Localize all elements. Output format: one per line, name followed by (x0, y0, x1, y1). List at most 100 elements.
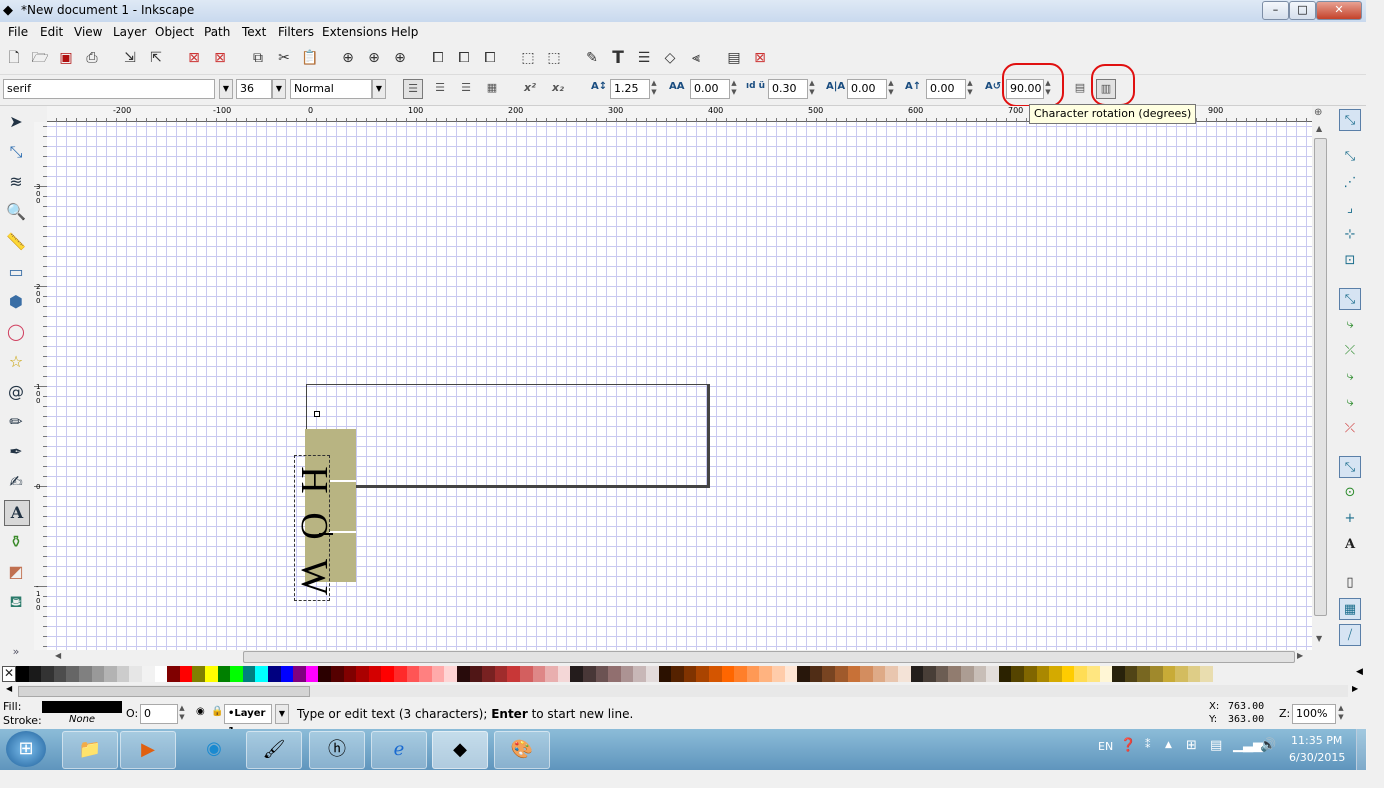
color-swatch[interactable] (1074, 666, 1088, 682)
color-swatch[interactable] (154, 666, 168, 682)
horizontal-kerning-input[interactable]: 0.00 (847, 79, 887, 99)
snap-text-baseline-icon[interactable]: A (1339, 534, 1361, 556)
color-swatch[interactable] (242, 666, 256, 682)
color-swatch[interactable] (1036, 666, 1050, 682)
color-swatch[interactable] (343, 666, 357, 682)
color-swatch[interactable] (822, 666, 836, 682)
maximize-button[interactable]: □ (1289, 1, 1316, 20)
color-swatch[interactable] (898, 666, 911, 682)
snap-guide-icon[interactable]: ⧸ (1339, 624, 1361, 646)
align-right-button[interactable]: ☰ (456, 79, 476, 99)
3d-box-tool-icon[interactable]: ⬢ (4, 290, 28, 314)
zoom-selection-icon[interactable]: ⊕ (338, 48, 358, 68)
letter-spacing-input[interactable]: 0.00 (690, 79, 730, 99)
horizontal-kerning-spinner[interactable]: ▲ ▼ (887, 79, 895, 99)
color-swatch[interactable] (948, 666, 962, 682)
menu-text[interactable]: Text (242, 25, 266, 39)
letter-spacing-spinner[interactable]: ▲ ▼ (730, 79, 738, 99)
color-swatch[interactable] (494, 666, 508, 682)
color-swatch[interactable] (671, 666, 685, 682)
clone-icon[interactable]: ⧠ (454, 48, 474, 68)
color-swatch[interactable] (293, 666, 307, 682)
star-tool-icon[interactable]: ☆ (4, 350, 28, 374)
language-indicator[interactable]: EN (1098, 740, 1113, 753)
line-spacing-spinner[interactable]: ▲ ▼ (650, 79, 658, 99)
zoom-spinner[interactable]: ▲ ▼ (1337, 704, 1345, 724)
zoom-drawing-icon[interactable]: ⊕ (364, 48, 384, 68)
color-swatch[interactable] (116, 666, 130, 682)
scroll-down-icon[interactable]: ▼ (1316, 634, 1322, 643)
snap-grid-icon[interactable]: ▦ (1339, 598, 1361, 620)
color-swatch[interactable] (545, 666, 559, 682)
palette-scrollbar[interactable]: ◀ ▶ (6, 684, 1358, 697)
scroll-up-icon[interactable]: ▲ (1316, 124, 1322, 133)
subscript-button[interactable]: x₂ (548, 79, 568, 99)
color-swatch[interactable] (772, 666, 785, 682)
color-swatch[interactable] (709, 666, 722, 682)
align-center-button[interactable]: ☰ (430, 79, 450, 99)
vertical-shift-spinner[interactable]: ▲ ▼ (966, 79, 974, 99)
canvas-letter-o[interactable]: O (290, 506, 338, 546)
export-icon[interactable]: ⇱ (146, 48, 166, 68)
zoom-corner-icon[interactable]: ⊕ (1314, 107, 1322, 118)
color-swatch[interactable] (998, 666, 1012, 682)
color-swatch[interactable] (268, 666, 281, 682)
vertical-scroll-thumb[interactable] (1314, 138, 1327, 616)
color-swatch[interactable] (1187, 666, 1201, 682)
color-swatch[interactable] (1200, 666, 1214, 682)
open-icon[interactable]: 🗁 (30, 48, 50, 68)
snap-page-border-icon[interactable]: ▯ (1339, 572, 1361, 594)
color-swatch[interactable] (507, 666, 521, 682)
scroll-left-icon[interactable]: ◀ (55, 651, 61, 660)
color-swatch[interactable] (557, 666, 571, 682)
drawing-canvas[interactable]: H O W (47, 122, 1312, 650)
lock-icon[interactable]: 🔒 (211, 706, 223, 717)
color-swatch[interactable] (1024, 666, 1037, 682)
color-swatch[interactable] (910, 666, 924, 682)
color-swatch[interactable] (860, 666, 874, 682)
vertical-shift-input[interactable]: 0.00 (926, 79, 966, 99)
snap-object-centers-icon[interactable]: ⊙ (1339, 482, 1361, 504)
color-swatch[interactable] (696, 666, 710, 682)
color-swatch[interactable] (961, 666, 974, 682)
color-swatch[interactable] (646, 666, 659, 682)
color-swatch[interactable] (406, 666, 420, 682)
hp-taskbar-icon[interactable]: ⓗ (309, 731, 365, 769)
color-swatch[interactable] (1049, 666, 1063, 682)
tweak-tool-icon[interactable]: ≋ (4, 170, 28, 194)
color-swatch[interactable] (986, 666, 1000, 682)
color-swatch[interactable] (305, 666, 319, 682)
word-spacing-spinner[interactable]: ▲ ▼ (808, 79, 816, 99)
show-desktop-button[interactable] (1356, 729, 1367, 770)
menu-object[interactable]: Object (155, 25, 194, 39)
paint-palette-taskbar-icon[interactable]: 🎨 (494, 731, 550, 769)
font-style-dropdown[interactable]: ▼ (372, 79, 386, 99)
selector-tool-icon[interactable]: ➤ (4, 110, 28, 134)
menu-extensions[interactable]: Extensions (322, 25, 387, 39)
snap-smooth-nodes-icon[interactable]: ⤷ (1339, 392, 1361, 414)
font-style-input[interactable]: Normal (290, 79, 372, 99)
no-paint-swatch[interactable]: ✕ (2, 666, 16, 682)
snap-paths-icon[interactable]: ⤷ (1339, 314, 1361, 336)
snap-bbox-center-icon[interactable]: ⊡ (1339, 250, 1361, 272)
snap-nodes-icon[interactable]: ⤡ (1339, 288, 1361, 310)
color-swatch[interactable] (419, 666, 433, 682)
stroke-indicator[interactable]: None (69, 714, 95, 725)
color-swatch[interactable] (885, 666, 899, 682)
color-swatch[interactable] (570, 666, 584, 682)
redo-icon[interactable]: ⊠ (210, 48, 230, 68)
snap-line-midpoints-icon[interactable]: ⤫ (1339, 418, 1361, 440)
fill-indicator[interactable] (42, 701, 122, 713)
globe-taskbar-icon[interactable]: ◉ (187, 731, 241, 767)
color-swatch[interactable] (520, 666, 533, 682)
cut-icon[interactable]: ✂ (274, 48, 294, 68)
color-swatch[interactable] (1087, 666, 1100, 682)
start-button[interactable]: ⊞ (6, 731, 46, 767)
canvas-letter-h[interactable]: H (290, 460, 338, 500)
line-spacing-input[interactable]: 1.25 (610, 79, 650, 99)
color-swatch[interactable] (633, 666, 647, 682)
paint-bucket-tool-icon[interactable]: ⛾ (4, 590, 28, 614)
menu-path[interactable]: Path (204, 25, 230, 39)
pen-tool-icon[interactable]: ✒ (4, 440, 28, 464)
font-family-dropdown[interactable]: ▼ (219, 79, 233, 99)
